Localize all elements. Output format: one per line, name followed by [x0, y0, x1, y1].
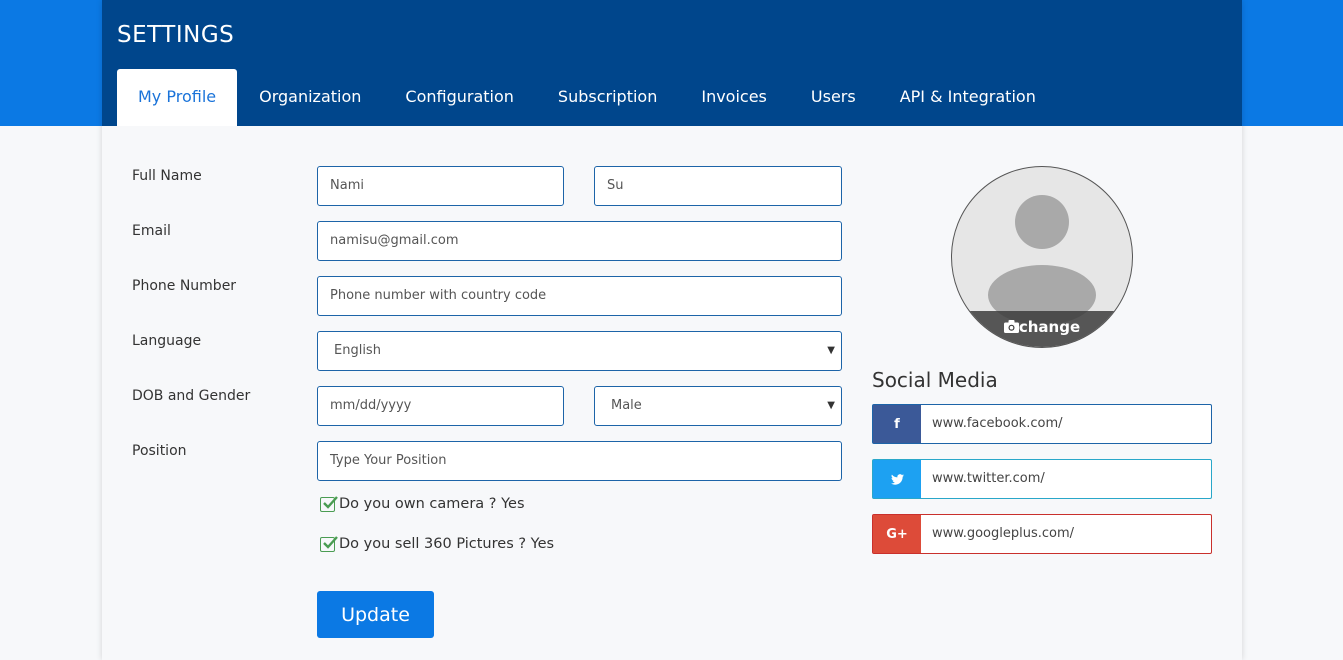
camera-checkbox-label: Do you own camera ? Yes: [339, 496, 525, 512]
position-input[interactable]: Type Your Position: [317, 441, 842, 481]
change-photo-label: change: [1018, 318, 1081, 336]
checkmark-icon: [323, 495, 338, 509]
camera-checkbox[interactable]: [320, 495, 338, 512]
position-label: Position: [132, 443, 187, 459]
settings-tabs: My Profile Organization Configuration Su…: [117, 69, 1058, 126]
tab-subscription[interactable]: Subscription: [536, 69, 679, 126]
update-button[interactable]: Update: [317, 591, 434, 638]
last-name-input[interactable]: Su: [594, 166, 842, 206]
checkmark-icon: [323, 535, 338, 549]
googleplus-url-input[interactable]: www.googleplus.com/: [921, 515, 1211, 553]
facebook-row[interactable]: f www.facebook.com/: [872, 404, 1212, 444]
tab-organization[interactable]: Organization: [237, 69, 383, 126]
first-name-input[interactable]: Nami: [317, 166, 564, 206]
tab-configuration[interactable]: Configuration: [383, 69, 536, 126]
dob-input[interactable]: mm/dd/yyyy: [317, 386, 564, 426]
tab-api-integration[interactable]: API & Integration: [878, 69, 1058, 126]
chevron-down-icon: ▼: [827, 400, 835, 411]
facebook-url-input[interactable]: www.facebook.com/: [921, 405, 1211, 443]
language-select-value: English: [334, 343, 381, 358]
gender-select[interactable]: Male ▼: [594, 386, 842, 426]
tab-invoices[interactable]: Invoices: [679, 69, 789, 126]
twitter-row[interactable]: www.twitter.com/: [872, 459, 1212, 499]
pictures-checkbox[interactable]: [320, 535, 338, 552]
camera-icon: [1003, 320, 1019, 333]
dob-gender-label: DOB and Gender: [132, 388, 251, 404]
email-input[interactable]: namisu@gmail.com: [317, 221, 842, 261]
tab-my-profile[interactable]: My Profile: [117, 69, 238, 126]
tab-users[interactable]: Users: [789, 69, 878, 126]
pictures-checkbox-row[interactable]: Do you sell 360 Pictures ? Yes: [320, 535, 555, 552]
pictures-checkbox-label: Do you sell 360 Pictures ? Yes: [339, 536, 555, 552]
googleplus-row[interactable]: G+ www.googleplus.com/: [872, 514, 1212, 554]
camera-checkbox-row[interactable]: Do you own camera ? Yes: [320, 495, 525, 512]
chevron-down-icon: ▼: [827, 345, 835, 356]
googleplus-icon: G+: [873, 515, 921, 553]
social-media-title: Social Media: [872, 368, 998, 392]
full-name-label: Full Name: [132, 168, 202, 184]
page-title: SETTINGS: [117, 22, 235, 48]
settings-header: SETTINGS My Profile Organization Configu…: [102, 0, 1242, 126]
phone-label: Phone Number: [132, 278, 237, 294]
phone-input[interactable]: Phone number with country code: [317, 276, 842, 316]
facebook-icon: f: [873, 405, 921, 443]
twitter-url-input[interactable]: www.twitter.com/: [921, 460, 1211, 498]
twitter-icon: [873, 460, 921, 498]
language-label: Language: [132, 333, 202, 349]
settings-card: SETTINGS My Profile Organization Configu…: [102, 0, 1242, 660]
change-photo-button[interactable]: change: [952, 311, 1132, 347]
avatar[interactable]: change: [951, 166, 1133, 348]
language-select[interactable]: English ▼: [317, 331, 842, 371]
gender-select-value: Male: [611, 398, 642, 413]
email-label: Email: [132, 223, 171, 239]
